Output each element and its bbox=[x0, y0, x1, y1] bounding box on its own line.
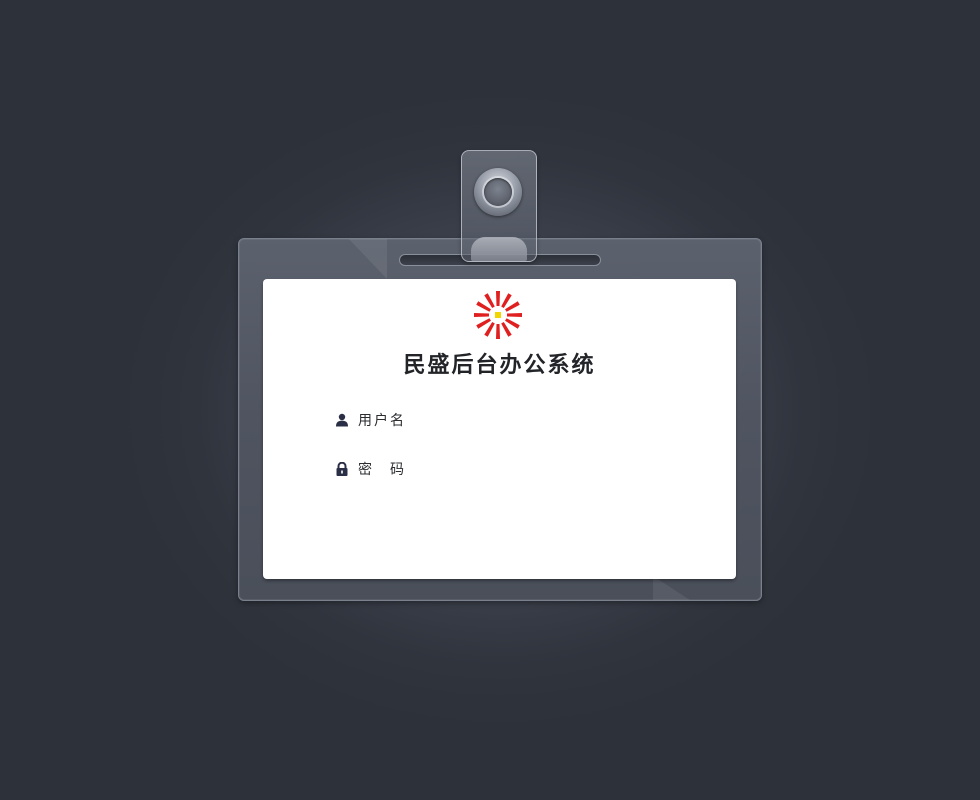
password-input[interactable] bbox=[415, 457, 639, 481]
user-icon bbox=[336, 413, 348, 427]
login-card: 民盛后台办公系统 用户名 密 码 bbox=[263, 279, 736, 579]
badge-clip bbox=[461, 150, 537, 262]
username-input[interactable] bbox=[415, 408, 639, 432]
clip-button bbox=[474, 168, 522, 216]
username-row: 用户名 bbox=[335, 408, 639, 432]
app-title: 民盛后台办公系统 bbox=[403, 353, 596, 378]
glass-shine bbox=[347, 239, 387, 279]
glass-shine bbox=[653, 576, 693, 600]
clip-tab bbox=[471, 237, 527, 261]
password-row: 密 码 bbox=[335, 457, 639, 481]
sunburst-logo-icon bbox=[474, 291, 522, 339]
username-label: 用户名 bbox=[358, 413, 406, 429]
clip-button-center bbox=[484, 178, 512, 206]
lock-icon bbox=[336, 462, 348, 476]
password-label: 密 码 bbox=[358, 462, 406, 478]
